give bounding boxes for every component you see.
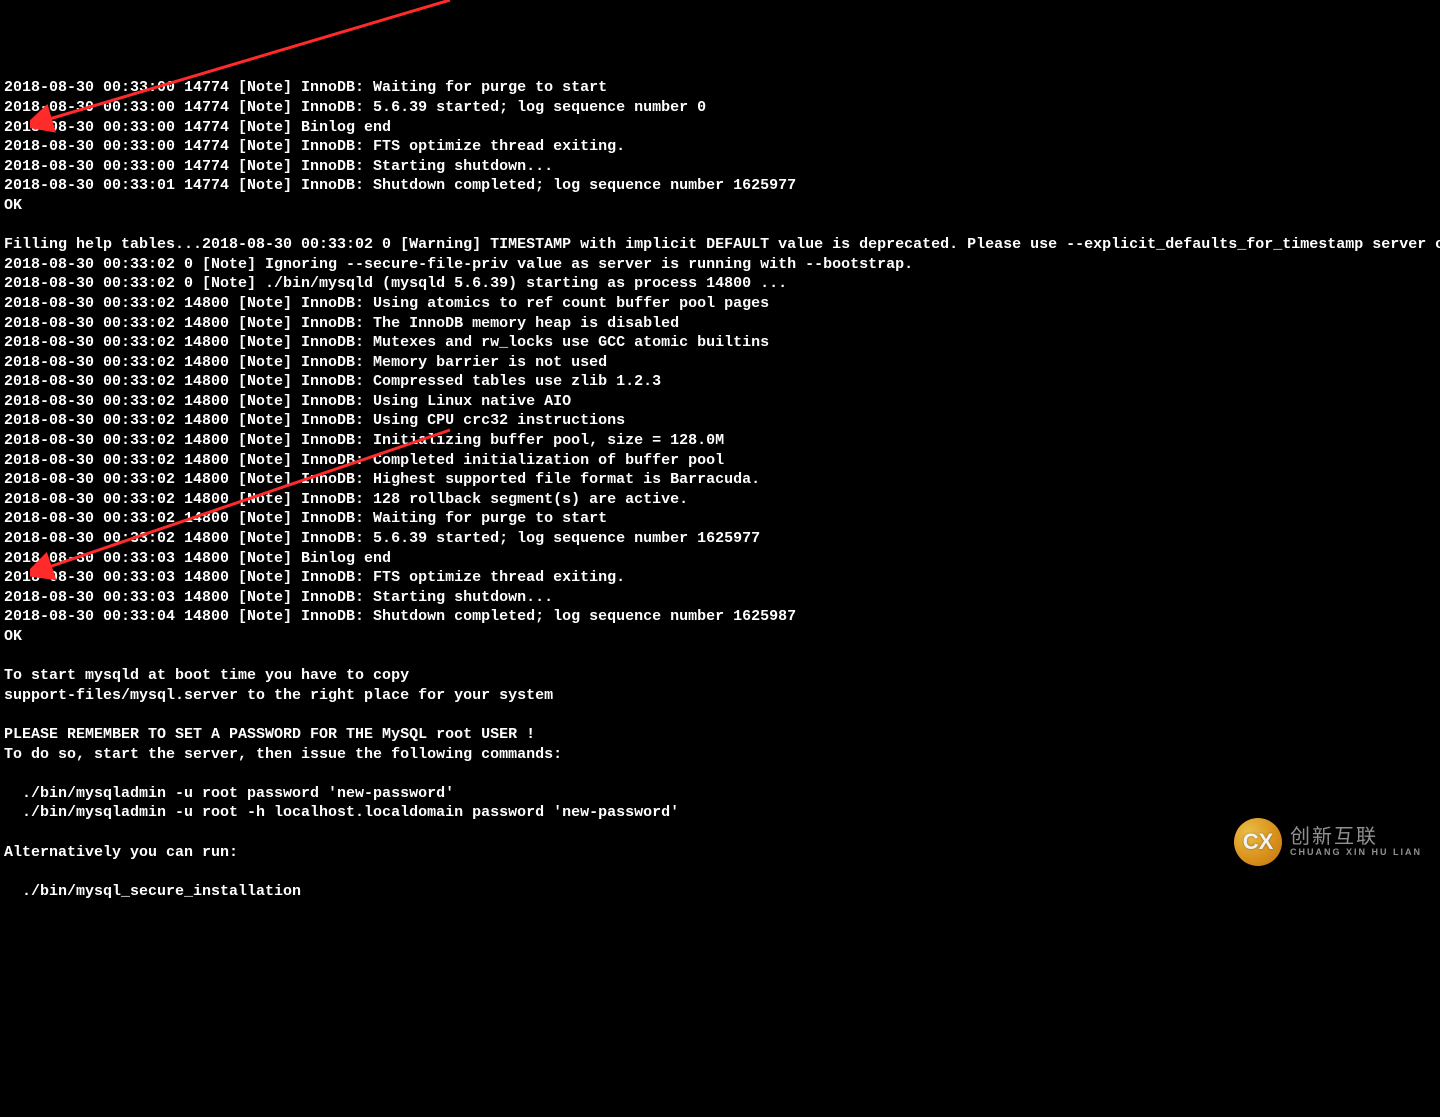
- watermark-logo-text: CX: [1243, 832, 1274, 852]
- terminal-output[interactable]: 2018-08-30 00:33:00 14774 [Note] InnoDB:…: [4, 78, 1436, 901]
- watermark-logo-icon: CX: [1234, 818, 1282, 866]
- watermark-sub: CHUANG XIN HU LIAN: [1290, 848, 1422, 858]
- watermark-main: 创新互联: [1290, 826, 1422, 848]
- watermark: CX 创新互联 CHUANG XIN HU LIAN: [1234, 818, 1422, 866]
